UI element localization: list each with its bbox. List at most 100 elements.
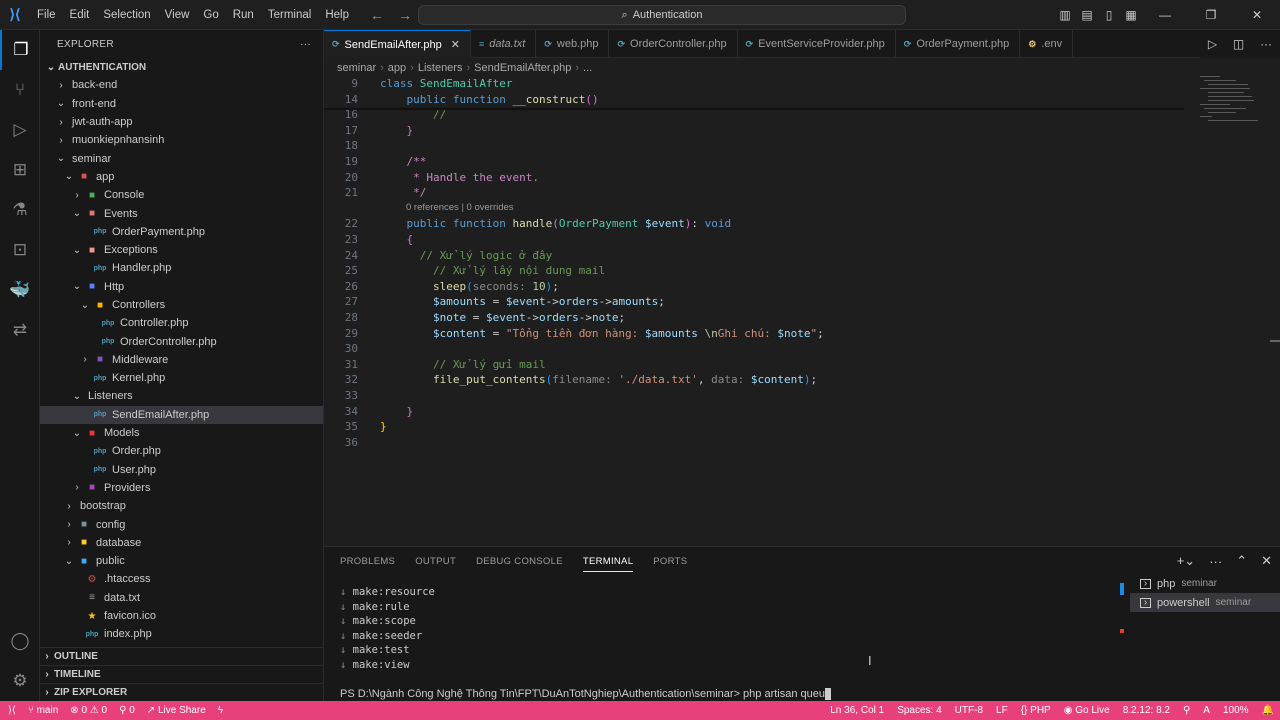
menu-item-help[interactable]: Help (318, 0, 356, 30)
tree-item-database[interactable]: › ■ database (40, 534, 323, 552)
toggle-sidebar-icon[interactable]: ▥ (1054, 8, 1076, 22)
tab-ordercontroller-php[interactable]: ⟳ OrderController.php (609, 30, 738, 58)
tree-item-app[interactable]: ⌄ ■ app (40, 168, 323, 186)
command-center[interactable]: ⌕ Authentication (418, 5, 906, 25)
tree-item-muonkiepnhansinh[interactable]: › muonkiepnhansinh (40, 131, 323, 149)
remote-explorer-icon[interactable]: ⊡ (0, 230, 40, 270)
menu-item-file[interactable]: File (30, 0, 63, 30)
tab-web-php[interactable]: ⟳ web.php (536, 30, 610, 58)
tab-eventserviceprovider-php[interactable]: ⟳ EventServiceProvider.php (738, 30, 896, 58)
notifications-bell-icon[interactable]: 🔔 (1262, 705, 1274, 716)
source-control-icon[interactable]: ⑂ (0, 70, 40, 110)
project-root[interactable]: ⌄ AUTHENTICATION (40, 58, 323, 76)
panel-tab-problems[interactable]: PROBLEMS (340, 556, 395, 567)
font-size-icon[interactable]: A (1203, 705, 1210, 716)
terminal-instance-php[interactable]: › php seminar (1130, 574, 1280, 593)
menu-item-selection[interactable]: Selection (96, 0, 157, 30)
tree-item-jwt-auth-app[interactable]: › jwt-auth-app (40, 113, 323, 131)
cursor-position[interactable]: Ln 36, Col 1 (830, 705, 884, 716)
tree-item-exceptions[interactable]: ⌄ ■ Exceptions (40, 241, 323, 259)
minimize-icon[interactable]: — (1142, 8, 1188, 22)
tree-item-sendemailafter-php[interactable]: php SendEmailAfter.php (40, 405, 323, 424)
more-icon[interactable]: ··· (1209, 554, 1222, 569)
tree-item-events[interactable]: ⌄ ■ Events (40, 204, 323, 222)
tree-item-seminar[interactable]: ⌄ seminar (40, 149, 323, 167)
tree-item-bootstrap[interactable]: › bootstrap (40, 497, 323, 515)
customize-layout-icon[interactable]: ▦ (1120, 8, 1142, 22)
tree-item-providers[interactable]: › ■ Providers (40, 479, 323, 497)
breadcrumb-item[interactable]: SendEmailAfter.php (474, 62, 571, 74)
manage-gear-icon[interactable]: ⚙ (0, 661, 40, 701)
tree-item-ordercontroller-php[interactable]: php OrderController.php (40, 332, 323, 350)
tab--env[interactable]: ⚙ .env (1020, 30, 1074, 58)
menu-item-edit[interactable]: Edit (63, 0, 97, 30)
live-share-icon[interactable]: ⇄ (0, 310, 40, 350)
tree-item-controllers[interactable]: ⌄ ■ Controllers (40, 296, 323, 314)
section-outline[interactable]: › OUTLINE (40, 647, 323, 665)
tree-item-data-txt[interactable]: ≡ data.txt (40, 589, 323, 607)
panel-tab-output[interactable]: OUTPUT (415, 556, 456, 567)
breadcrumb-item[interactable]: app (388, 62, 406, 74)
restore-icon[interactable]: ❐ (1188, 8, 1234, 22)
more-icon[interactable]: ··· (1260, 37, 1272, 51)
tree-item-order-php[interactable]: php Order.php (40, 442, 323, 460)
section-timeline[interactable]: › TIMELINE (40, 665, 323, 683)
close-panel-icon[interactable]: ✕ (1261, 553, 1272, 569)
docker-icon[interactable]: 🐳 (0, 270, 40, 310)
tab-orderpayment-php[interactable]: ⟳ OrderPayment.php (896, 30, 1021, 58)
close-tab-icon[interactable]: ✕ (451, 38, 460, 51)
ports-indicator[interactable]: ⚲ 0 (119, 705, 135, 716)
back-arrow-icon[interactable]: ← (370, 7, 384, 23)
tree-item-config[interactable]: › ■ config (40, 515, 323, 533)
extensions-icon[interactable]: ⊞ (0, 150, 40, 190)
run-debug-icon[interactable]: ▷ (0, 110, 40, 150)
breadcrumb-item[interactable]: ... (583, 62, 592, 74)
tree-item-console[interactable]: › ■ Console (40, 186, 323, 204)
encoding[interactable]: UTF-8 (955, 705, 983, 716)
tree-item-index-php[interactable]: php index.php (40, 625, 323, 643)
code-editor[interactable]: 9 class SendEmailAfter 14 public function … (324, 76, 1184, 546)
lightning-icon[interactable]: ϟ (218, 705, 223, 716)
split-editor-icon[interactable]: ◫ (1233, 37, 1244, 51)
tree-item-public[interactable]: ⌄ ■ public (40, 552, 323, 570)
codelens-references[interactable]: 0 references | 0 overrides (406, 202, 514, 213)
php-version[interactable]: 8.2.12: 8.2 (1123, 705, 1170, 716)
accounts-icon[interactable]: ◯ (0, 621, 40, 661)
section-zip-explorer[interactable]: › ZIP EXPLORER (40, 683, 323, 701)
menu-item-run[interactable]: Run (226, 0, 261, 30)
breadcrumb-item[interactable]: seminar (337, 62, 376, 74)
terminal-output[interactable]: ↓ make:resource ↓ make:rule ↓ make:scope ↓ … (340, 585, 1120, 673)
tree-item-front-end[interactable]: ⌄ front-end (40, 95, 323, 113)
panel-tab-ports[interactable]: PORTS (653, 556, 687, 567)
pin-icon[interactable]: ⚲ (1183, 705, 1190, 716)
toggle-panel-icon[interactable]: ▤ (1076, 8, 1098, 22)
tree-item-user-php[interactable]: php User.php (40, 461, 323, 479)
terminal-instance-powershell[interactable]: › powershell seminar (1130, 593, 1280, 612)
more-actions-icon[interactable]: ··· (300, 39, 311, 50)
tree-item-http[interactable]: ⌄ ■ Http (40, 278, 323, 296)
breadcrumb-item[interactable]: Listeners (418, 62, 463, 74)
panel-tab-terminal[interactable]: TERMINAL (582, 551, 634, 572)
menu-item-go[interactable]: Go (196, 0, 225, 30)
zoom-level[interactable]: 100% (1223, 705, 1249, 716)
maximize-panel-icon[interactable]: ⌃ (1236, 553, 1247, 569)
explorer-icon[interactable]: ❐ (0, 30, 40, 70)
tab-data-txt[interactable]: ≡ data.txt (471, 30, 537, 58)
testing-icon[interactable]: ⚗ (0, 190, 40, 230)
go-live-button[interactable]: ◉ Go Live (1064, 705, 1110, 716)
tree-item-controller-php[interactable]: php Controller.php (40, 314, 323, 332)
branch-indicator[interactable]: ⑂ main (28, 705, 58, 716)
toggle-secondary-sidebar-icon[interactable]: ▯ (1098, 8, 1120, 22)
end-of-line[interactable]: LF (996, 705, 1008, 716)
tree-item-favicon-ico[interactable]: ★ favicon.ico (40, 607, 323, 625)
tree-item-back-end[interactable]: › back-end (40, 76, 323, 94)
forward-arrow-icon[interactable]: → (398, 7, 412, 23)
terminal-scrollbar[interactable] (1120, 583, 1124, 633)
indentation[interactable]: Spaces: 4 (897, 705, 941, 716)
minimap[interactable] (1190, 76, 1270, 136)
tree-item-models[interactable]: ⌄ ■ Models (40, 424, 323, 442)
tree-item-handler-php[interactable]: php Handler.php (40, 259, 323, 277)
tree-item-middleware[interactable]: › ■ Middleware (40, 351, 323, 369)
tab-sendemailafter-php[interactable]: ⟳ SendEmailAfter.php ✕ (324, 30, 471, 58)
run-icon[interactable]: ▷ (1208, 37, 1217, 51)
